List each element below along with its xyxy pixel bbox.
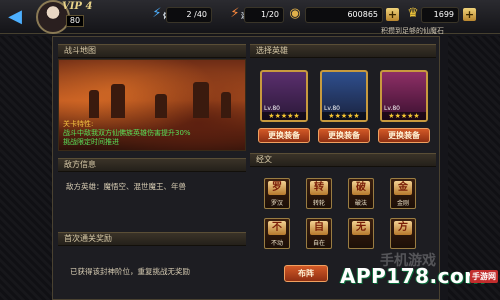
energy-icon: ⚡活 [230,6,248,21]
scripture-slot[interactable]: 自 自在 [306,218,332,249]
scripture-glyph: 转 [310,181,328,195]
first-clear-reward-text: 已获得该封神阶位，重复挑战无奖励 [70,267,190,276]
hero-stars: ★★★★★ [382,112,426,120]
scripture-glyph: 罗 [268,181,286,195]
change-equipment-button-1[interactable]: 更换装备 [258,128,310,143]
scripture-glyph: 不 [268,221,286,235]
scripture-glyph: 自 [310,221,328,235]
scripture-glyph: 金 [394,181,412,195]
stage-trait-text: 关卡特性: 战斗中敌我双方仙佛族英雄伤害提升30% 挑战限定时间推进 [63,120,191,146]
hero-level: Lv.80 [324,105,340,112]
rock-pillar [155,94,167,118]
scripture-slot[interactable]: 罗 罗汉 [264,178,290,209]
scripture-slot[interactable]: 金 金刚 [390,178,416,209]
formation-button[interactable]: 布阵 [284,265,328,282]
site-watermark: 手机游戏 APP178.com 手游网 [330,253,500,300]
player-level: 80 [66,15,84,27]
change-equipment-button-2[interactable]: 更换装备 [318,128,370,143]
back-icon[interactable]: ◀ [4,6,26,28]
stamina-icon: ⚡体 [152,6,170,21]
vip-badge: VIP 4 [62,1,93,12]
scripture-label: 罗汉 [270,200,283,207]
scripture-glyph: 破 [352,181,370,195]
scripture-label: 破法 [354,200,367,207]
left-border-decoration [0,36,52,300]
rock-pillar [111,84,125,118]
scripture-label: 转轮 [312,200,325,207]
hero-card-1[interactable]: Lv.80 ★★★★★ [260,70,308,122]
enemy-heroes-text: 敌方英雄：魔悟空、混世魔王、年兽 [66,182,186,191]
add-gold-button[interactable]: + [463,8,476,21]
scripture-glyph: 无 [352,221,370,235]
scripture-slot[interactable]: 破 破法 [348,178,374,209]
watermark-text: APP178.com [340,264,486,288]
battle-map-header: 战斗地图 [58,44,246,58]
gold-value: 1699 [421,7,459,23]
hero-level: Lv.80 [384,105,400,112]
scripture-glyph: 方 [394,221,412,235]
select-hero-header: 选择英雄 [250,44,436,58]
energy-value: 1/20 [244,7,284,23]
hero-stars: ★★★★★ [322,112,366,120]
watermark-tag: 手游网 [470,270,498,283]
coins-value: 600865 [305,7,383,23]
scripture-slot[interactable]: 不 不动 [264,218,290,249]
change-equipment-button-3[interactable]: 更换装备 [378,128,430,143]
scripture-slot[interactable]: 转 转轮 [306,178,332,209]
coin-icon: ◉ [289,6,301,21]
rock-pillar [193,82,209,118]
scripture-label: 金刚 [396,200,409,207]
enemy-info-header: 敌方信息 [58,158,246,172]
hero-card-3[interactable]: Lv.80 ★★★★★ [380,70,428,122]
first-clear-header: 首次通关奖励 [58,232,246,246]
top-bar: ◀ VIP 4 80 ⚡体 2 /40 ⚡活 1/20 ◉ 600865 + ♛… [0,0,500,35]
hero-stars: ★★★★★ [262,112,306,120]
scriptures-header: 经文 [250,153,436,167]
scripture-label: 不动 [270,240,283,247]
add-coins-button[interactable]: + [386,8,399,21]
gold-crown-icon: ♛ [407,6,419,21]
hero-level: Lv.80 [264,105,280,112]
hero-card-2[interactable]: Lv.80 ★★★★★ [320,70,368,122]
battle-map-image: 关卡特性: 战斗中敌我双方仙佛族英雄伤害提升30% 挑战限定时间推进 [58,59,246,151]
scripture-slot[interactable]: 方 [390,218,416,249]
scripture-slot[interactable]: 无 [348,218,374,249]
scripture-label: 自在 [312,240,325,247]
rock-pillar [89,90,99,118]
rock-pillar [221,92,231,118]
hint-text: 积攒到足够的仙魔石 [381,27,444,35]
stamina-value: 2 /40 [166,7,212,23]
